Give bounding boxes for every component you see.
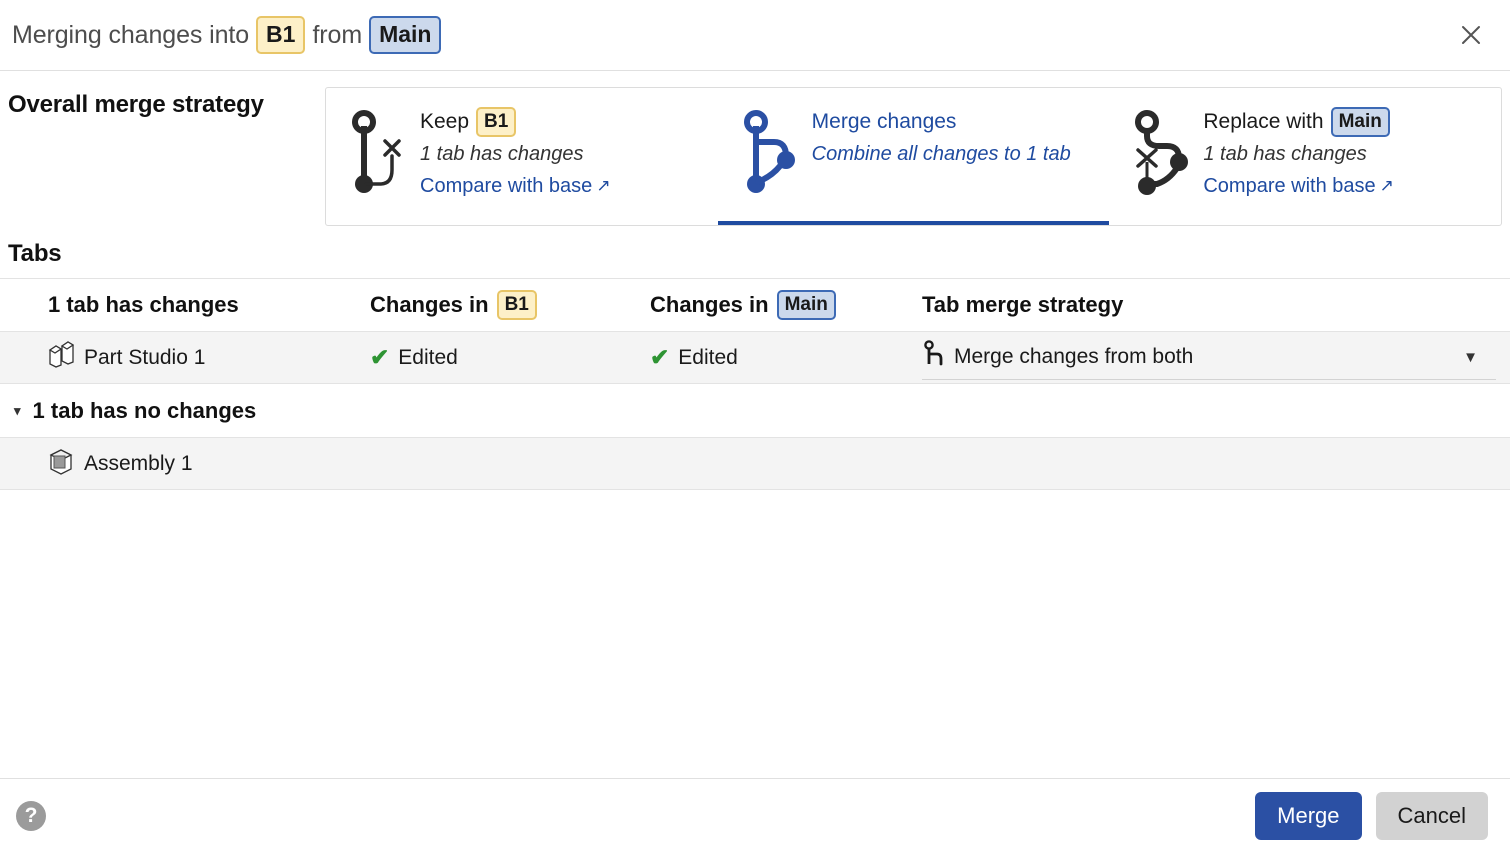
dialog-footer: ? Merge Cancel [0,778,1510,852]
strategy-option-title: Merge changes [812,106,1071,138]
tab-merge-strategy-cell: Merge changes from both ▼ [922,336,1510,380]
external-link-arrow-icon: ↗ [596,175,611,195]
tab-name-label: Part Studio 1 [84,345,206,369]
strategy-option-replace-with-main[interactable]: Replace with Main 1 tab has changes Comp… [1109,88,1501,225]
compare-with-base-link[interactable]: Compare with base ↗ [1203,171,1394,201]
strategy-option-badge: B1 [476,106,517,137]
strategy-option-group: Keep B1 1 tab has changes Compare with b… [325,87,1502,226]
dialog-title: Merging changes into B1 from Main [12,16,448,54]
branch-merge-small-icon [922,340,944,374]
title-middle: from [312,20,363,49]
changes-in-main-cell: ✔ Edited [650,346,922,370]
strategy-option-text: Replace with Main 1 tab has changes Comp… [1203,106,1394,201]
tab-merge-strategy-value: Merge changes from both [954,345,1194,368]
strategy-option-title-prefix: Replace with [1203,110,1324,133]
assembly-icon [48,447,74,481]
tab-name-cell: Assembly 1 [0,447,370,481]
source-branch-badge: Main [369,16,442,54]
no-changes-group-label: 1 tab has no changes [32,397,257,423]
close-icon[interactable] [1454,18,1488,52]
table-row[interactable]: Assembly 1 [0,438,1510,490]
external-link-arrow-icon: ↗ [1379,175,1394,195]
strategy-option-subtitle: 1 tab has changes [1203,142,1367,165]
triangle-down-icon[interactable]: ▾ [14,403,21,419]
tab-name-cell: Part Studio 1 [0,340,370,375]
column-header-tabs-label: 1 tab has changes [48,292,239,317]
column-header-changes-in-b1-label: Changes in [370,292,489,317]
tab-name-label: Assembly 1 [84,451,193,475]
branch-discard-left-icon [1133,106,1189,205]
strategy-option-merge-changes[interactable]: Merge changes Combine all changes to 1 t… [717,88,1110,225]
column-header-changes-in-main-label: Changes in [650,292,769,317]
changes-in-main-label: Edited [678,345,738,369]
compare-with-base-link[interactable]: Compare with base ↗ [420,171,611,201]
changes-in-b1-cell: ✔ Edited [370,346,650,370]
target-branch-badge: B1 [256,16,306,54]
overall-merge-strategy-section: Overall merge strategy Keep B1 1 tab has… [0,71,1510,226]
strategy-option-text: Merge changes Combine all changes to 1 t… [812,106,1071,169]
column-header-tabs: 1 tab has changes [0,292,370,318]
strategy-option-badge: Main [1330,106,1390,137]
dialog-header: Merging changes into B1 from Main [0,0,1510,71]
column-header-tab-merge-strategy-label: Tab merge strategy [922,292,1124,317]
strategy-option-subtitle: Combine all changes to 1 tab [811,142,1071,165]
compare-with-base-label: Compare with base [420,174,593,197]
changes-in-b1-label: Edited [398,345,458,369]
part-studio-icon [48,340,75,375]
merge-button[interactable]: Merge [1255,791,1362,840]
tabs-table: 1 tab has changes Changes in B1 Changes … [0,278,1510,490]
tabs-heading: Tabs [8,240,62,267]
check-icon: ✔ [370,344,390,370]
branch-discard-right-icon [350,106,406,205]
column-header-changes-in-b1: Changes in B1 [370,290,650,320]
column-header-tab-merge-strategy: Tab merge strategy [922,292,1510,318]
tabs-table-header-row: 1 tab has changes Changes in B1 Changes … [0,278,1510,332]
cancel-button[interactable]: Cancel [1375,791,1488,840]
strategy-option-title-prefix: Keep [420,110,470,133]
strategy-option-title-prefix: Merge changes [811,110,957,133]
help-icon[interactable]: ? [16,800,46,831]
merge-dialog: Merging changes into B1 from Main Overal… [0,0,1510,852]
tab-merge-strategy-dropdown[interactable]: Merge changes from both ▼ [922,336,1496,380]
strategy-option-title: Keep B1 [420,106,611,138]
no-changes-group-header[interactable]: ▾ 1 tab has no changes [0,384,1510,438]
footer-buttons: Merge Cancel [1255,791,1488,840]
chevron-down-icon[interactable]: ▼ [1463,349,1478,366]
compare-with-base-label: Compare with base [1203,174,1376,197]
strategy-option-keep-b1[interactable]: Keep B1 1 tab has changes Compare with b… [326,88,718,225]
title-prefix: Merging changes into [12,20,250,49]
column-header-changes-in-main: Changes in Main [650,290,922,320]
content-filler [0,490,1510,778]
table-row[interactable]: Part Studio 1 ✔ Edited ✔ Edited Merge ch… [0,332,1510,384]
column-header-b1-badge: B1 [496,290,537,320]
column-header-main-badge: Main [776,290,836,320]
strategy-option-text: Keep B1 1 tab has changes Compare with b… [420,106,611,201]
strategy-option-title: Replace with Main [1203,106,1394,138]
strategy-option-subtitle: 1 tab has changes [420,142,584,165]
check-icon: ✔ [650,344,670,370]
branch-merge-icon [742,106,798,205]
overall-merge-strategy-label: Overall merge strategy [8,91,264,118]
